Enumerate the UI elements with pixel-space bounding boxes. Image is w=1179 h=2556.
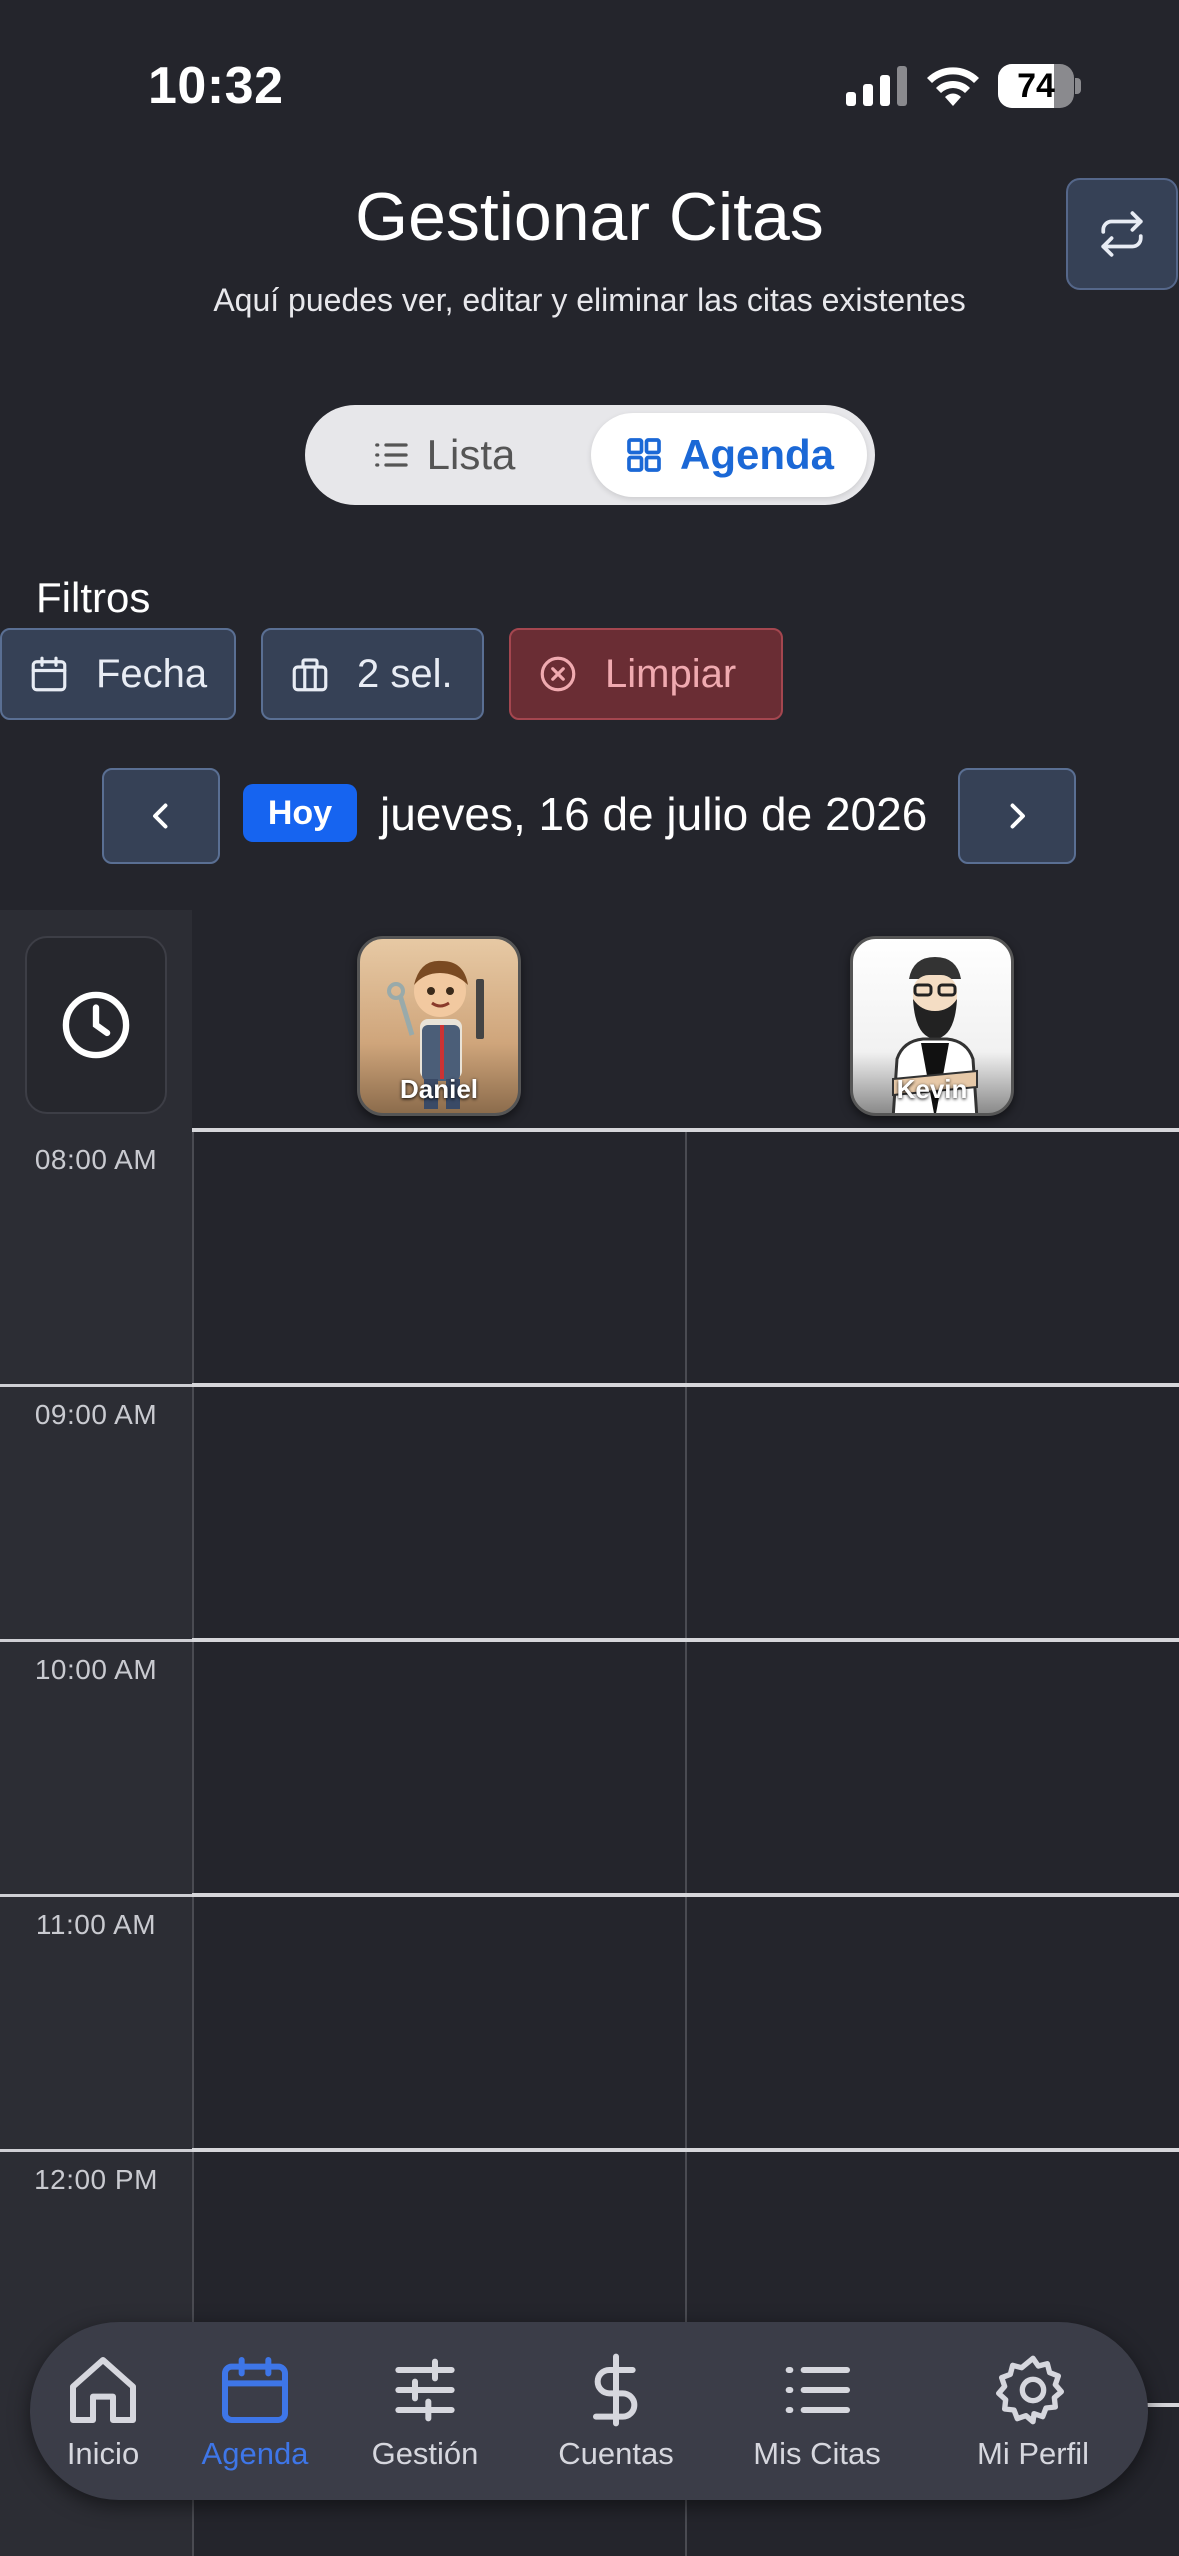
wifi-icon (927, 67, 979, 106)
tab-lista[interactable]: Lista (323, 413, 563, 497)
staff-avatar-daniel[interactable]: Daniel (357, 936, 521, 1116)
list-icon (785, 2367, 850, 2413)
sliders-icon (395, 2358, 455, 2422)
nav-label-mi-perfil: Mi Perfil (977, 2436, 1089, 2471)
nav-label-mis-citas: Mis Citas (753, 2436, 881, 2471)
clear-filters-button[interactable]: Limpiar (509, 628, 783, 720)
view-toggle: Lista Agenda (305, 405, 875, 505)
nav-label-gestion: Gestión (371, 2436, 479, 2471)
tab-agenda[interactable]: Agenda (591, 413, 867, 497)
dollar-icon (593, 2353, 638, 2427)
time-slot-label: 11:00 AM (35, 1909, 157, 1940)
tab-lista-label: Lista (426, 431, 516, 478)
business-filter-label: 2 sel. (357, 651, 453, 696)
staff-name-kevin: Kevin (896, 1074, 968, 1104)
clear-circle-icon (540, 656, 576, 692)
swap-arrows-icon (1101, 211, 1143, 257)
time-header (25, 936, 167, 1114)
clock-icon (62, 991, 130, 1059)
hour-line (192, 1893, 1179, 1897)
briefcase-icon (292, 658, 328, 692)
hour-line (192, 2148, 1179, 2152)
chevron-left-icon (153, 803, 168, 829)
time-slot-label: 10:00 AM (34, 1654, 158, 1685)
staff-name-daniel: Daniel (399, 1074, 479, 1104)
date-filter-button[interactable]: Fecha (0, 628, 236, 720)
nav-item-mis-citas[interactable]: Mis Citas (716, 2322, 918, 2500)
today-button[interactable]: Hoy (243, 784, 357, 842)
hour-line (0, 2149, 192, 2152)
nav-item-inicio[interactable]: Inicio (30, 2322, 176, 2500)
hour-line (192, 1128, 1179, 1132)
nav-item-gestion[interactable]: Gestión (334, 2322, 516, 2500)
home-icon (70, 2357, 136, 2423)
switch-view-button[interactable] (1066, 178, 1178, 290)
nav-label-cuentas: Cuentas (558, 2436, 674, 2471)
nav-item-cuentas[interactable]: Cuentas (516, 2322, 716, 2500)
business-filter-button[interactable]: 2 sel. (261, 628, 484, 720)
page-title: Gestionar Citas (355, 179, 824, 255)
hour-line (192, 1383, 1179, 1387)
app-screen: 10:32 74 Gestionar Citas Aquí puedes ver… (0, 0, 1179, 2556)
grid-icon (627, 438, 661, 472)
next-day-button[interactable] (958, 768, 1076, 864)
tab-agenda-label: Agenda (679, 431, 834, 478)
hour-line (0, 1639, 192, 1642)
calendar-icon (31, 656, 67, 692)
hour-line (192, 1638, 1179, 1642)
nav-item-mi-perfil[interactable]: Mi Perfil (918, 2322, 1148, 2500)
nav-item-agenda[interactable]: Agenda (176, 2322, 334, 2500)
page-subtitle: Aquí puedes ver, editar y eliminar las c… (213, 282, 966, 318)
current-date: jueves, 16 de julio de 2026 (380, 788, 928, 840)
date-filter-label: Fecha (96, 651, 208, 696)
nav-label-inicio: Inicio (66, 2436, 140, 2471)
staff-header (192, 910, 1179, 1130)
hour-line (0, 1894, 192, 1897)
list-icon (374, 443, 408, 467)
calendar-icon (222, 2357, 288, 2423)
staff-avatar-kevin[interactable]: Kevin (850, 936, 1014, 1116)
previous-day-button[interactable] (102, 768, 220, 864)
cellular-signal-icon (846, 66, 907, 106)
status-time: 10:32 (148, 57, 284, 115)
hour-line (0, 1384, 192, 1387)
time-slot-label: 09:00 AM (34, 1399, 158, 1430)
battery-level: 74 (1017, 67, 1055, 105)
clear-filters-label: Limpiar (605, 651, 737, 696)
battery-icon: 74 (998, 64, 1081, 108)
filters-label: Filtros (36, 574, 151, 621)
status-bar: 10:32 74 (0, 0, 1179, 160)
nav-label-agenda: Agenda (201, 2436, 309, 2471)
time-slot-label: 12:00 PM (34, 2164, 158, 2195)
bottom-nav: Inicio Agenda Gestión Cuentas Mis Citas … (30, 2322, 1148, 2500)
time-slot-label: 08:00 AM (34, 1144, 158, 1175)
gear-icon (996, 2355, 1064, 2425)
chevron-right-icon (1010, 803, 1025, 829)
